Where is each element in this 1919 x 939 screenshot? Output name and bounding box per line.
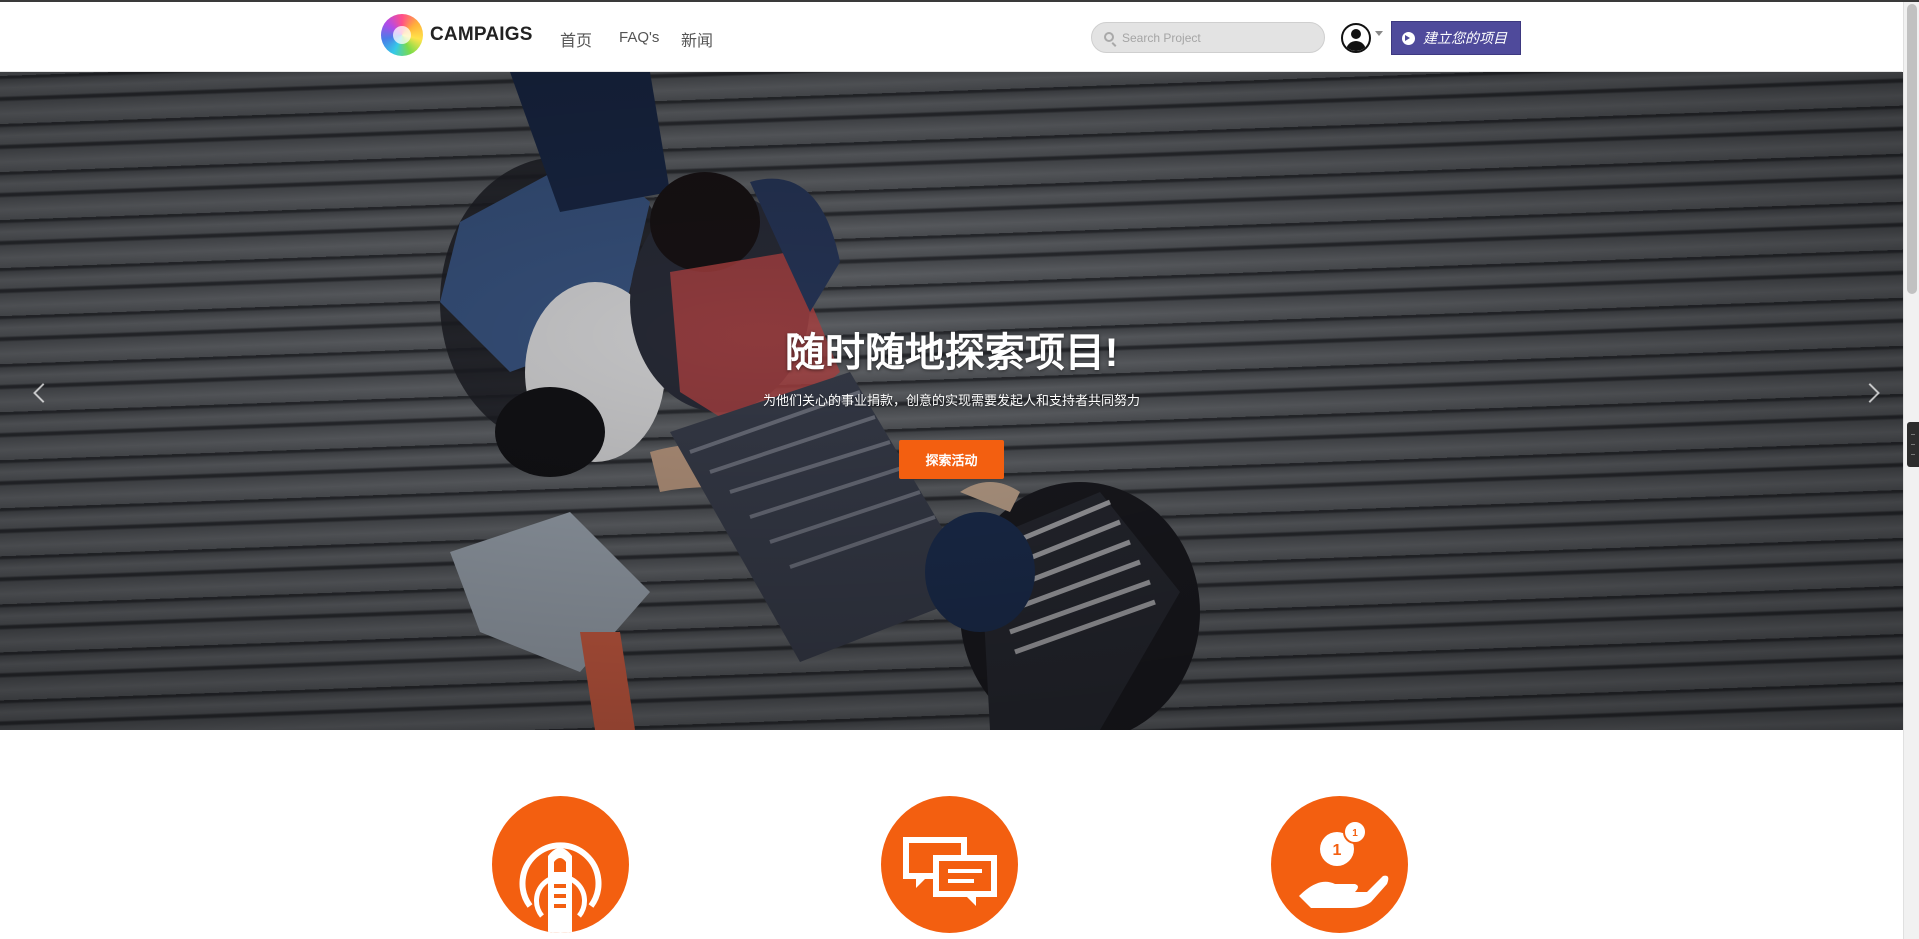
nav-faq[interactable]: FAQ's xyxy=(619,29,659,46)
search-box[interactable] xyxy=(1091,22,1325,53)
create-project-label: 建立您的项目 xyxy=(1423,30,1507,46)
feature-tap xyxy=(492,796,629,933)
search-input[interactable] xyxy=(1120,26,1320,50)
play-circle-icon xyxy=(1402,31,1415,45)
nav-home[interactable]: 首页 xyxy=(560,27,592,51)
logo-icon[interactable] xyxy=(381,14,423,56)
hero-subtitle: 为他们关心的事业捐款，创意的实现需要发起人和支持者共同努力 xyxy=(762,393,1140,408)
nav-news[interactable]: 新闻 xyxy=(681,27,713,51)
svg-text:1: 1 xyxy=(1352,828,1358,839)
brand-name[interactable]: CAMPAIGS xyxy=(430,24,533,46)
create-project-button[interactable]: 建立您的项目 xyxy=(1391,21,1521,55)
tap-finger-icon xyxy=(519,842,602,933)
scrollbar-thumb[interactable] xyxy=(1907,4,1917,294)
feature-chat xyxy=(881,796,1018,933)
svg-text:1: 1 xyxy=(1333,842,1342,859)
page-scrollbar[interactable] xyxy=(1903,2,1919,939)
hero-carousel: 随时随地探索项目! 为他们关心的事业捐款，创意的实现需要发起人和支持者共同努力 … xyxy=(0,72,1903,730)
site-header: CAMPAIGS 首页 FAQ's 新闻 建立您的项目 xyxy=(0,2,1902,72)
hand-coin-icon: 1 1 xyxy=(1299,820,1389,908)
feature-donate: 1 1 xyxy=(1271,796,1408,933)
chat-bubbles-icon xyxy=(903,837,997,906)
page: CAMPAIGS 首页 FAQ's 新闻 建立您的项目 xyxy=(0,0,1919,939)
chevron-down-icon[interactable] xyxy=(1375,31,1383,36)
user-avatar-icon[interactable] xyxy=(1341,23,1371,53)
side-panel-handle[interactable] xyxy=(1907,422,1919,467)
search-icon xyxy=(1104,32,1114,42)
explore-button[interactable]: 探索活动 xyxy=(899,440,1004,479)
hero-title: 随时随地探索项目! xyxy=(784,331,1119,375)
